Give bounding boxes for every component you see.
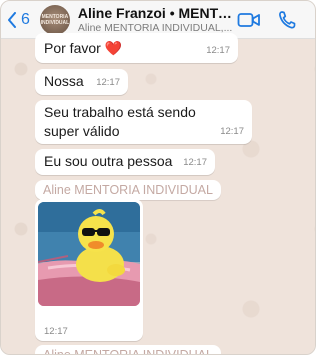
sender-name[interactable]: Aline MENTORIA INDIVIDUAL (35, 345, 221, 354)
unread-count: 6 (21, 10, 30, 28)
avatar-text: MENTORIA INDIVIDUAL (40, 13, 70, 26)
chevron-left-icon (8, 11, 16, 28)
message-time: 12:17 (183, 157, 207, 168)
contact-name: Aline Franzoi • MENTORIA INDIVIDUAL (77, 5, 238, 21)
message-time: 12:17 (220, 126, 244, 137)
back-button[interactable]: 6 (7, 5, 30, 35)
message-text: Eu sou outra pessoa (44, 153, 173, 169)
message-time: 12:17 (44, 326, 68, 337)
message-bubble[interactable]: Eu sou outra pessoa 12:17 (35, 149, 215, 175)
message-time: 12:17 (206, 45, 230, 56)
message-time: 12:17 (96, 77, 120, 88)
chat-area[interactable]: Por favor ❤️ 12:17 Nossa 12:17 Seu traba… (1, 33, 315, 354)
message-bubble[interactable]: Por favor ❤️ 12:17 (35, 33, 238, 63)
message-bubble[interactable]: Seu trabalho está sendo super válido 12:… (35, 100, 252, 144)
photo-message[interactable]: 12:17 (35, 199, 143, 341)
photo-thumbnail[interactable] (38, 202, 140, 306)
avatar[interactable]: MENTORIA INDIVIDUAL (39, 4, 70, 35)
sender-name[interactable]: Aline MENTORIA INDIVIDUAL (35, 180, 221, 200)
chat-window: 6 MENTORIA INDIVIDUAL Aline Franzoi • ME… (0, 0, 316, 355)
phone-call-icon[interactable] (277, 9, 297, 31)
message-text: Por favor ❤️ (44, 40, 123, 56)
message-text: Seu trabalho está sendo super válido (44, 104, 196, 139)
message-text: Nossa (44, 73, 84, 89)
video-call-icon[interactable] (237, 9, 261, 31)
message-bubble[interactable]: Nossa 12:17 (35, 69, 128, 95)
contact-info[interactable]: Aline Franzoi • MENTORIA INDIVIDUAL Alin… (78, 5, 238, 34)
duck-image (38, 202, 140, 306)
